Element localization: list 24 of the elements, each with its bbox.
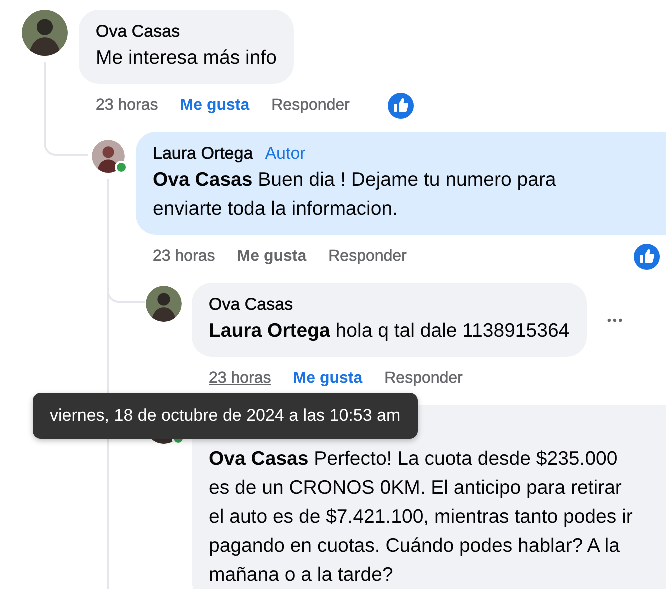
avatar[interactable]: [146, 286, 182, 322]
timestamp-link[interactable]: 23 horas: [153, 248, 216, 266]
reply-link[interactable]: Responder: [328, 248, 407, 266]
avatar[interactable]: [22, 10, 68, 56]
timestamp-tooltip: viernes, 18 de octubre de 2024 a las 10:53 am: [33, 393, 418, 439]
comment-text: Me interesa más info: [96, 46, 277, 71]
avatar[interactable]: [92, 140, 124, 173]
author-name[interactable]: Laura Ortega: [153, 142, 254, 166]
comment-text: Ova Casas Buen dia ! Dejame tu numero para enviarte toda la informacion.: [153, 168, 558, 222]
reply-link[interactable]: Responder: [272, 96, 350, 114]
like-link[interactable]: Me gusta: [237, 248, 307, 266]
timestamp-link[interactable]: 23 horas: [96, 96, 158, 114]
comment-text: Ova Casas Perfecto! La cuota desde $235.000 es de un CRONOS 0KM. El anticipo para retirar el auto es de $7.421.100, mientras tanto podes ir pagando en cuotas. Cuándo podes hablar? A la mañana o a la tarde?: [209, 447, 634, 588]
author-name[interactable]: Ova Casas: [209, 293, 294, 317]
timestamp-link[interactable]: 23 horas: [209, 370, 272, 388]
comment-text: Laura Ortega hola q tal dale 1138915364: [209, 319, 570, 344]
author-name[interactable]: Ova Casas: [96, 20, 180, 44]
like-link[interactable]: Me gusta: [180, 96, 250, 114]
thumbs-up-icon[interactable]: [634, 244, 660, 270]
like-link[interactable]: Me gusta: [293, 370, 363, 388]
author-label: Autor: [265, 143, 306, 165]
more-icon[interactable]: [606, 318, 623, 322]
reply-link[interactable]: Responder: [384, 370, 463, 388]
thumbs-up-icon[interactable]: [388, 92, 414, 118]
